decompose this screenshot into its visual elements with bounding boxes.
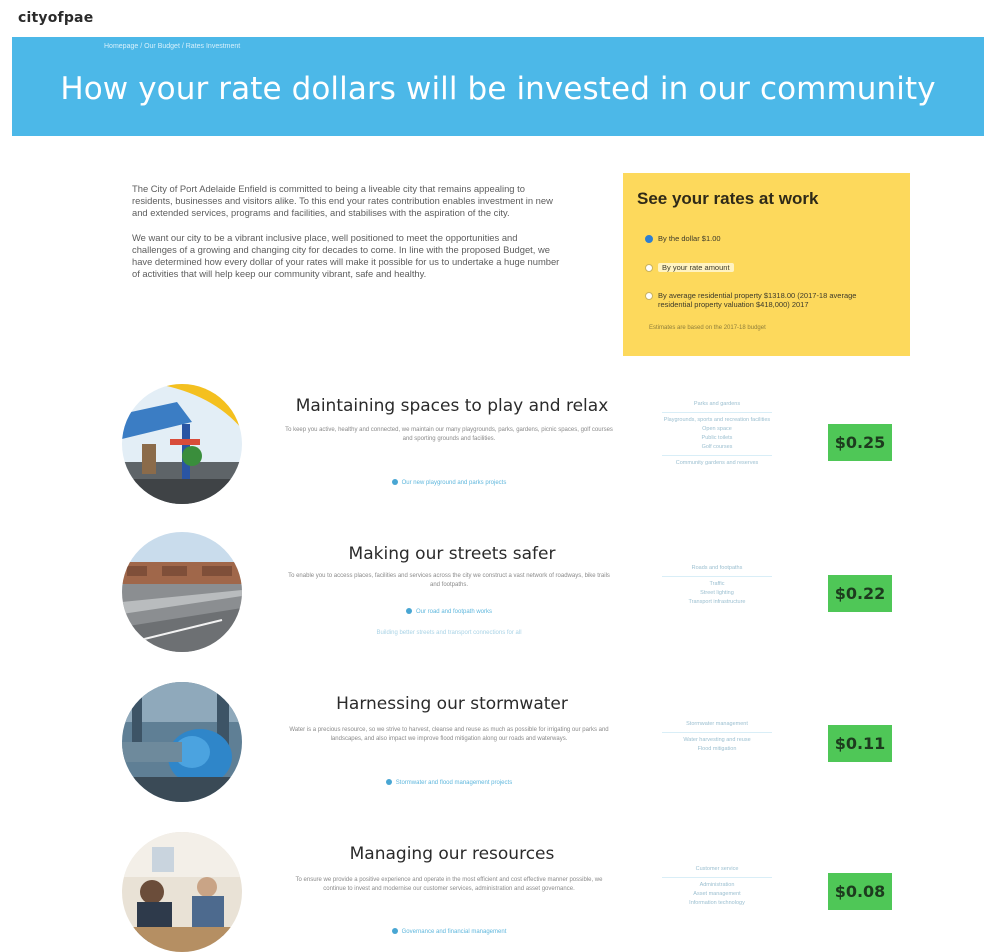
rate-option-label: By the dollar $1.00 — [658, 234, 721, 243]
intro-paragraph: We want our city to be a vibrant inclusi… — [132, 231, 560, 280]
item-breakdown: Parks and gardens Playgrounds, sports an… — [662, 401, 772, 466]
item-description: To ensure we provide a positive experien… — [295, 877, 603, 892]
item-link[interactable]: Our road and footpath works — [284, 608, 614, 615]
hero-banner: Homepage / Our Budget / Rates Investment… — [12, 37, 984, 136]
rate-option-dollar[interactable]: By the dollar $1.00 — [645, 234, 721, 243]
link-bullet-icon — [385, 779, 392, 785]
stormwater-photo — [122, 682, 242, 802]
investment-item-stormwater: Harnessing our stormwater Water is a pre… — [0, 682, 984, 812]
page-title: How your rate dollars will be invested i… — [60, 71, 936, 107]
radio-icon[interactable] — [645, 291, 653, 300]
amount-badge: $0.22 — [828, 575, 892, 612]
rates-panel-title: See your rates at work — [637, 189, 819, 208]
amount-badge: $0.08 — [828, 873, 892, 910]
investment-item-resources: Managing our resources To ensure we prov… — [0, 832, 984, 952]
playground-photo — [122, 384, 242, 504]
item-link[interactable]: Governance and financial management — [284, 928, 614, 935]
item-title: Making our streets safer — [348, 544, 556, 564]
breadcrumb: Homepage / Our Budget / Rates Investment — [104, 43, 241, 50]
item-title: Harnessing our stormwater — [336, 694, 568, 714]
investment-item-play-spaces: Maintaining spaces to play and relax To … — [0, 384, 984, 514]
breadcrumb-item: Rates Investment — [185, 43, 241, 50]
rates-panel: See your rates at work By the dollar $1.… — [623, 173, 910, 356]
intro-paragraph: The City of Port Adelaide Enfield is com… — [132, 183, 553, 219]
radio-selected-icon[interactable] — [645, 234, 653, 243]
link-bullet-icon — [405, 608, 412, 614]
rates-footnote: Estimates are based on the 2017-18 budge… — [649, 325, 766, 331]
item-link-secondary[interactable]: Building better streets and transport co… — [284, 630, 614, 636]
amount-badge: $0.25 — [828, 424, 892, 461]
item-breakdown: Roads and footpaths Traffic Street light… — [652, 564, 782, 607]
rate-option-label[interactable]: By your rate amount — [658, 263, 734, 272]
rate-option-average[interactable]: By average residential property $1318.00… — [645, 291, 885, 309]
amount-badge: $0.11 — [828, 725, 892, 762]
breadcrumb-item[interactable]: Our Budget — [144, 43, 180, 50]
item-link[interactable]: Stormwater and flood management projects — [284, 779, 614, 786]
item-breakdown: Customer service Administration Asset ma… — [652, 865, 782, 908]
radio-icon[interactable] — [645, 263, 653, 272]
site-logo[interactable]: cityofpae — [18, 10, 93, 26]
item-title: Managing our resources — [349, 844, 555, 864]
rate-option-label: By average residential property $1318.00… — [658, 291, 857, 309]
rate-option-amount[interactable]: By your rate amount — [645, 263, 734, 272]
item-description: To enable you to access places, faciliti… — [288, 573, 610, 588]
investment-item-streets: Making our streets safer To enable you t… — [0, 532, 984, 662]
item-description: To keep you active, healthy and connecte… — [285, 427, 613, 442]
link-bullet-icon — [391, 479, 398, 485]
item-title: Maintaining spaces to play and relax — [295, 396, 609, 416]
street-photo — [122, 532, 242, 652]
item-description: Water is a precious resource, so we stri… — [289, 727, 609, 742]
link-bullet-icon — [391, 928, 398, 934]
office-photo — [122, 832, 242, 952]
breadcrumb-item[interactable]: Homepage — [104, 43, 138, 50]
item-link[interactable]: Our new playground and parks projects — [284, 479, 614, 486]
intro-text: The City of Port Adelaide Enfield is com… — [132, 183, 564, 292]
item-breakdown: Stormwater management Water harvesting a… — [652, 720, 782, 754]
